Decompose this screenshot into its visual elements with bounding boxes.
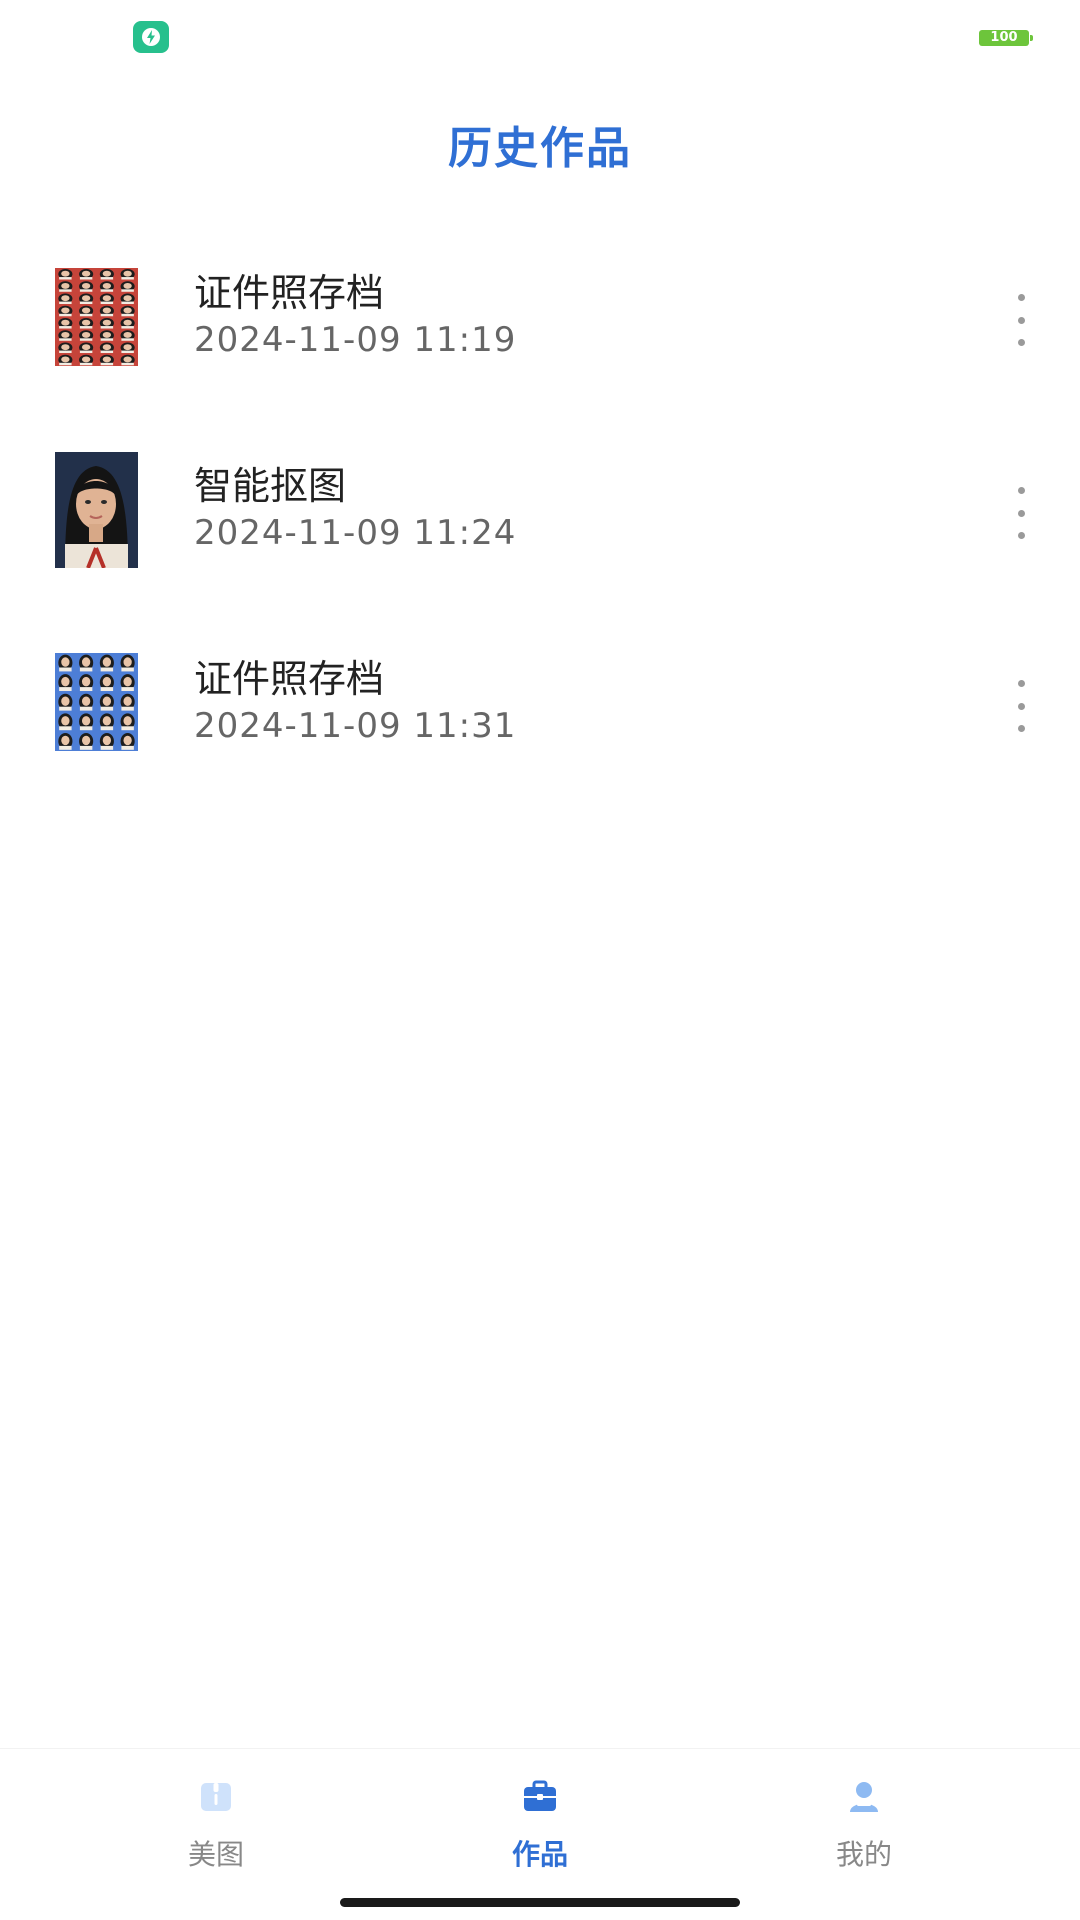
history-screen: 100 历史作品 证件照存档 2024-11-09 11:19 智能抠图 202… (0, 0, 1080, 1920)
item-title: 智能抠图 (194, 464, 347, 508)
bottom-tab-bar: 美图 作品 我的 (0, 1748, 1080, 1920)
list-item[interactable]: 智能抠图 2024-11-09 11:24 (0, 443, 1080, 636)
tab-label: 作品 (511, 1838, 568, 1871)
image-card-icon (198, 1779, 234, 1815)
user-icon (846, 1779, 882, 1815)
tab-label: 美图 (187, 1838, 244, 1871)
item-date: 2024-11-09 11:31 (194, 706, 517, 746)
thumbnail-blue-photo-sheet (55, 653, 138, 751)
item-title: 证件照存档 (194, 657, 385, 701)
briefcase-icon (522, 1779, 558, 1815)
status-bar: 100 (0, 0, 1080, 80)
tab-mine[interactable]: 我的 (764, 1749, 964, 1879)
tab-label: 我的 (835, 1838, 892, 1871)
more-vertical-icon[interactable] (1006, 290, 1036, 350)
item-date: 2024-11-09 11:19 (194, 320, 517, 360)
thumbnail-red-photo-sheet (55, 268, 138, 366)
battery-indicator: 100 (979, 30, 1033, 46)
list-item[interactable]: 证件照存档 2024-11-09 11:31 (0, 636, 1080, 829)
thumbnail-portrait (55, 452, 138, 568)
list-item[interactable]: 证件照存档 2024-11-09 11:19 (0, 250, 1080, 443)
more-vertical-icon[interactable] (1006, 676, 1036, 736)
history-list: 证件照存档 2024-11-09 11:19 智能抠图 2024-11-09 1… (0, 250, 1080, 829)
tab-works[interactable]: 作品 (440, 1749, 640, 1879)
shield-lightning-icon (133, 21, 169, 53)
item-title: 证件照存档 (194, 271, 385, 315)
page-title: 历史作品 (448, 123, 632, 174)
tab-meitu[interactable]: 美图 (116, 1749, 316, 1879)
more-vertical-icon[interactable] (1006, 483, 1036, 543)
home-indicator[interactable] (340, 1898, 740, 1907)
item-date: 2024-11-09 11:24 (194, 513, 517, 553)
